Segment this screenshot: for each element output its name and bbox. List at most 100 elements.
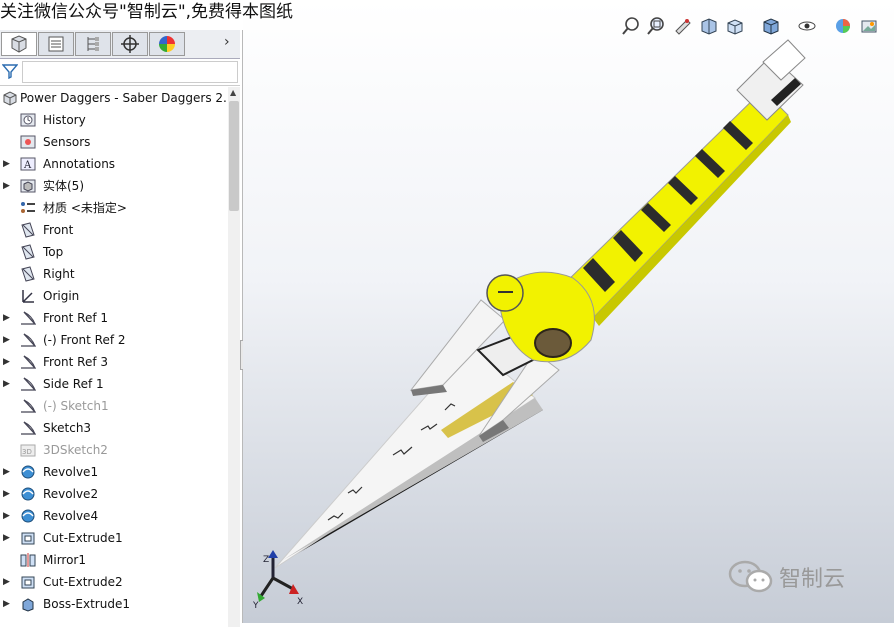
part-icon xyxy=(3,91,17,106)
tree-scrollbar[interactable]: ▲ xyxy=(228,87,240,627)
material-icon xyxy=(21,202,35,213)
tree-item[interactable]: (-) Sketch1 xyxy=(0,395,228,417)
feature-manager-tab[interactable] xyxy=(1,32,37,56)
sketch-icon xyxy=(21,399,36,413)
sketch-icon xyxy=(21,333,36,347)
sketch-icon xyxy=(21,421,36,435)
plane-icon xyxy=(21,244,35,260)
mirror-icon xyxy=(20,553,36,567)
tree-item[interactable]: ▶ Cut-Extrude1 xyxy=(0,527,228,549)
axis-y-label: Y xyxy=(252,601,259,610)
tree-item[interactable]: ▶ A Annotations xyxy=(0,153,228,175)
tree-item-label: Cut-Extrude2 xyxy=(43,575,123,589)
annotations-icon: A xyxy=(20,157,36,171)
tree-item[interactable]: ▶ Side Ref 1 xyxy=(0,373,228,395)
3dsketch-icon: 3D xyxy=(20,444,36,457)
expand-arrow-icon[interactable]: ▶ xyxy=(3,153,11,175)
expand-arrow-icon[interactable]: ▶ xyxy=(3,175,11,197)
revolve-icon xyxy=(21,487,35,501)
handle xyxy=(562,89,789,319)
display-manager-tab[interactable] xyxy=(149,32,185,56)
plane-icon xyxy=(21,222,35,238)
cut-extrude-icon xyxy=(21,576,35,589)
tree-item[interactable]: 材质 <未指定> xyxy=(0,197,228,219)
sketch-icon xyxy=(21,311,36,325)
configuration-icon xyxy=(87,37,99,51)
scroll-thumb[interactable] xyxy=(229,101,239,211)
tree-item-label: Front Ref 3 xyxy=(43,355,109,369)
svg-text:A: A xyxy=(23,160,32,171)
tree-item-label: Boss-Extrude1 xyxy=(43,597,130,611)
feature-tree-icon xyxy=(11,35,27,53)
expand-arrow-icon[interactable]: ▶ xyxy=(3,373,11,395)
expand-arrow-icon[interactable]: ▶ xyxy=(3,351,11,373)
tree-item-label: 3DSketch2 xyxy=(43,443,108,457)
tree-item[interactable]: ▶ Revolve4 xyxy=(0,505,228,527)
tree-item-label: Front Ref 1 xyxy=(43,311,109,325)
tree-item[interactable]: ▶ Revolve1 xyxy=(0,461,228,483)
expand-arrow-icon[interactable]: ▶ xyxy=(3,329,11,351)
tree-item-label: Sensors xyxy=(43,135,91,149)
tree-item[interactable]: Sensors xyxy=(0,131,228,153)
tree-item[interactable]: Top xyxy=(0,241,228,263)
tree-item[interactable]: Sketch3 xyxy=(0,417,228,439)
tree-item-label: Revolve4 xyxy=(43,509,99,523)
axis-x-label: X xyxy=(297,597,303,607)
tree-item[interactable]: Mirror1 xyxy=(0,549,228,571)
tree-item[interactable]: Front xyxy=(0,219,228,241)
filter-icon[interactable] xyxy=(2,63,18,79)
watermark-banner: 关注微信公众号"智制云",免费得本图纸 xyxy=(0,2,294,22)
property-list-icon xyxy=(48,36,64,52)
expand-arrow-icon[interactable]: ▶ xyxy=(3,461,11,483)
sensors-folder-icon xyxy=(20,135,36,149)
svg-text:3D: 3D xyxy=(22,448,32,456)
dimxpert-tab[interactable] xyxy=(112,32,148,56)
tree-item-label: (-) Sketch1 xyxy=(43,399,109,413)
sketch-icon xyxy=(21,355,36,369)
graphics-viewport[interactable]: Z X Y 智制云 xyxy=(243,0,894,623)
tree-item[interactable]: ▶ Cut-Extrude2 xyxy=(0,571,228,593)
property-manager-tab[interactable] xyxy=(38,32,74,56)
filter-input[interactable] xyxy=(22,61,238,83)
history-folder-icon xyxy=(20,113,36,127)
tree-root[interactable]: Power Daggers - Saber Daggers 2. xyxy=(0,87,228,109)
tree-item-label: Origin xyxy=(43,289,80,303)
expand-arrow-icon[interactable]: ▶ xyxy=(3,593,11,615)
triad-axis-icon: Z X Y xyxy=(252,550,303,610)
tree-item-label: Top xyxy=(43,245,64,259)
tree-item[interactable]: ▶ Front Ref 3 xyxy=(0,351,228,373)
tree-item-label: History xyxy=(43,113,86,127)
expand-arrow-icon[interactable]: ▶ xyxy=(3,527,11,549)
boss-extrude-icon xyxy=(22,598,34,612)
color-wheel-icon xyxy=(159,36,175,52)
tree-item[interactable]: ▶ Front Ref 1 xyxy=(0,307,228,329)
tree-item[interactable]: ▶ Revolve2 xyxy=(0,483,228,505)
tree-item-label: Side Ref 1 xyxy=(43,377,104,391)
tree-item[interactable]: ▶ (-) Front Ref 2 xyxy=(0,329,228,351)
crosshair-icon xyxy=(121,35,139,53)
tree-item[interactable]: Right xyxy=(0,263,228,285)
expand-arrow-icon[interactable]: ▶ xyxy=(3,483,11,505)
dagger-model[interactable] xyxy=(243,0,894,623)
tree-item[interactable]: Origin xyxy=(0,285,228,307)
feature-manager-panel: › Power Daggers - Saber Daggers 2. Histo… xyxy=(0,30,248,627)
chevron-right-icon[interactable]: › xyxy=(224,34,230,50)
expand-arrow-icon[interactable]: ▶ xyxy=(3,571,11,593)
configuration-manager-tab[interactable] xyxy=(75,32,111,56)
tree-item-label: Sketch3 xyxy=(43,421,92,435)
expand-arrow-icon[interactable]: ▶ xyxy=(3,307,11,329)
tree-item-label: (-) Front Ref 2 xyxy=(43,333,126,347)
tree-item[interactable]: History xyxy=(0,109,228,131)
tree-item[interactable]: ▶ Boss-Extrude1 xyxy=(0,593,228,615)
tree-item[interactable]: ▶ 实体(5) xyxy=(0,175,228,197)
plane-icon xyxy=(21,266,35,282)
tree-item-label: Annotations xyxy=(43,157,116,171)
tree-item-label: 实体(5) xyxy=(43,179,84,193)
tree-item[interactable]: 3D 3DSketch2 xyxy=(0,439,228,461)
handle-shade xyxy=(593,115,791,326)
hub-emblem xyxy=(534,328,572,358)
tree-item-label: Front xyxy=(43,223,74,237)
expand-arrow-icon[interactable]: ▶ xyxy=(3,505,11,527)
origin-icon xyxy=(22,290,34,303)
scroll-up-arrow-icon[interactable]: ▲ xyxy=(230,88,236,97)
